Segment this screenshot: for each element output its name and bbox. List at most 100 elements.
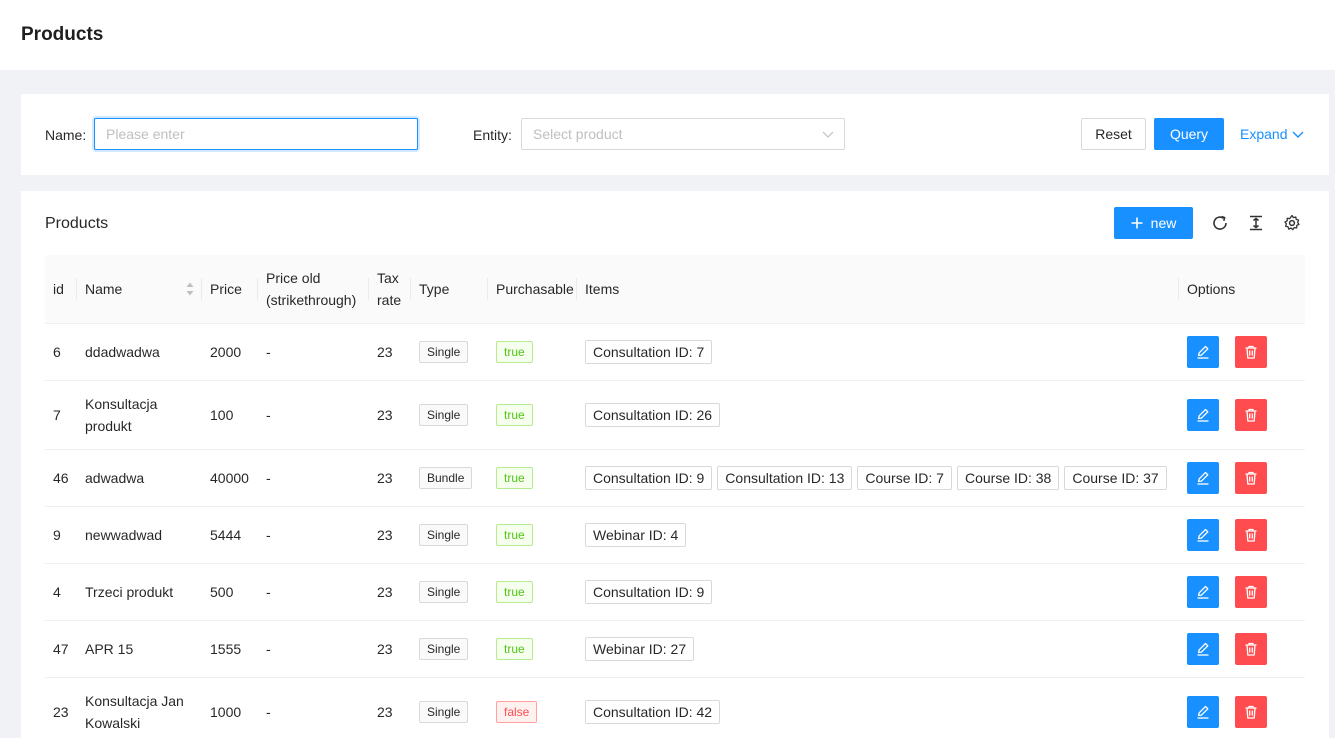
table-row: 46 adwadwa 40000-23 Bundle true Consultation …	[45, 449, 1305, 507]
delete-button[interactable]	[1235, 335, 1267, 368]
column-header-price[interactable]: Price	[202, 255, 258, 324]
edit-button[interactable]	[1187, 461, 1219, 494]
new-product-button[interactable]: new	[1114, 207, 1193, 239]
delete-icon	[1245, 705, 1257, 719]
purchasable-tag: true	[496, 404, 533, 426]
column-header-purchasable[interactable]: Purchasable	[488, 255, 577, 324]
cell-price: 100	[202, 380, 258, 450]
reload-icon[interactable]	[1211, 214, 1229, 232]
column-header-type[interactable]: Type	[411, 255, 488, 324]
delete-icon	[1245, 471, 1257, 485]
cell-tax-rate: 23	[369, 323, 411, 381]
entity-select[interactable]: Select product	[521, 118, 845, 150]
products-table-card: Products new id Name Price Price old (st…	[21, 191, 1329, 738]
edit-button[interactable]	[1187, 575, 1219, 608]
delete-button[interactable]	[1235, 398, 1267, 431]
cell-options	[1179, 323, 1305, 381]
delete-button[interactable]	[1235, 632, 1267, 665]
delete-icon	[1245, 585, 1257, 599]
delete-icon	[1245, 408, 1257, 422]
cell-items: Consultation ID: 26	[577, 380, 1179, 450]
item-tag: Webinar ID: 4	[585, 522, 687, 547]
purchasable-tag: true	[496, 341, 533, 363]
name-search-input[interactable]	[94, 118, 418, 150]
page-header: Products	[0, 0, 1335, 70]
cell-items: Consultation ID: 42	[577, 677, 1179, 738]
cell-price: 2000	[202, 323, 258, 381]
type-tag: Single	[419, 524, 469, 546]
cell-options	[1179, 380, 1305, 450]
cell-id: 46	[45, 449, 77, 507]
cell-id: 23	[45, 677, 77, 738]
edit-icon	[1197, 471, 1209, 485]
cell-options	[1179, 449, 1305, 507]
reset-button[interactable]: Reset	[1081, 118, 1146, 150]
item-tag: Consultation ID: 9	[585, 465, 713, 490]
edit-button[interactable]	[1187, 398, 1219, 431]
type-tag: Bundle	[419, 467, 473, 489]
cell-items: Consultation ID: 9	[577, 563, 1179, 621]
edit-button[interactable]	[1187, 695, 1219, 728]
delete-button[interactable]	[1235, 518, 1267, 551]
table-body: 6 ddadwadwa 2000-23 Single true Consultation …	[45, 323, 1305, 738]
delete-icon	[1245, 345, 1257, 359]
column-header-name[interactable]: Name	[77, 255, 202, 324]
chevron-down-icon	[1292, 131, 1304, 138]
cell-id: 47	[45, 620, 77, 678]
cell-type: Single	[411, 380, 488, 450]
cell-price: 5444	[202, 506, 258, 564]
delete-button[interactable]	[1235, 695, 1267, 728]
edit-icon	[1197, 345, 1209, 359]
column-header-tax-line2: rate	[377, 291, 402, 308]
delete-button[interactable]	[1235, 575, 1267, 608]
cell-tax-rate: 23	[369, 380, 411, 450]
expand-label: Expand	[1240, 126, 1288, 142]
cell-items: Webinar ID: 27	[577, 620, 1179, 678]
cell-options	[1179, 677, 1305, 738]
item-tag: Course ID: 37	[1064, 465, 1167, 490]
edit-button[interactable]	[1187, 632, 1219, 665]
sort-icon[interactable]	[186, 282, 194, 296]
column-header-tax-rate[interactable]: Tax rate	[369, 255, 411, 324]
item-tag: Course ID: 38	[956, 465, 1060, 490]
edit-icon	[1197, 705, 1209, 719]
column-header-items[interactable]: Items	[577, 255, 1179, 324]
type-tag: Single	[419, 701, 469, 723]
edit-button[interactable]	[1187, 335, 1219, 368]
cell-name: Konsultacja produkt	[77, 380, 202, 450]
column-header-price-old[interactable]: Price old (strikethrough)	[258, 255, 369, 324]
purchasable-tag: true	[496, 467, 533, 489]
settings-icon[interactable]	[1283, 214, 1301, 232]
item-tag: Course ID: 7	[857, 465, 952, 490]
cell-price: 1000	[202, 677, 258, 738]
name-field-label: Name:	[45, 127, 87, 143]
table-header-row: id Name Price Price old (strikethrough) …	[45, 255, 1305, 324]
expand-toggle[interactable]: Expand	[1240, 126, 1304, 142]
table-row: 9 newwadwad 5444-23 Single true Webinar ID: 4	[45, 506, 1305, 564]
cell-type: Single	[411, 620, 488, 678]
type-tag: Single	[419, 638, 469, 660]
cell-purchasable: true	[488, 323, 577, 381]
search-form: Name: Entity: Select product Reset Query…	[21, 94, 1329, 175]
purchasable-tag: true	[496, 581, 533, 603]
purchasable-tag: true	[496, 524, 533, 546]
density-icon[interactable]	[1247, 214, 1265, 232]
column-header-options: Options	[1179, 255, 1305, 324]
cell-price-old: -	[258, 449, 369, 507]
column-header-tax-line1: Tax	[377, 269, 399, 286]
edit-button[interactable]	[1187, 518, 1219, 551]
cell-price-old: -	[258, 506, 369, 564]
cell-price: 40000	[202, 449, 258, 507]
column-header-id[interactable]: id	[45, 255, 77, 324]
cell-tax-rate: 23	[369, 677, 411, 738]
query-button[interactable]: Query	[1154, 118, 1224, 150]
item-tag: Webinar ID: 27	[585, 636, 695, 661]
cell-price: 500	[202, 563, 258, 621]
cell-purchasable: true	[488, 506, 577, 564]
cell-name: APR 15	[77, 620, 202, 678]
cell-type: Single	[411, 563, 488, 621]
item-tag: Consultation ID: 13	[717, 465, 853, 490]
cell-price-old: -	[258, 563, 369, 621]
delete-button[interactable]	[1235, 461, 1267, 494]
cell-tax-rate: 23	[369, 620, 411, 678]
